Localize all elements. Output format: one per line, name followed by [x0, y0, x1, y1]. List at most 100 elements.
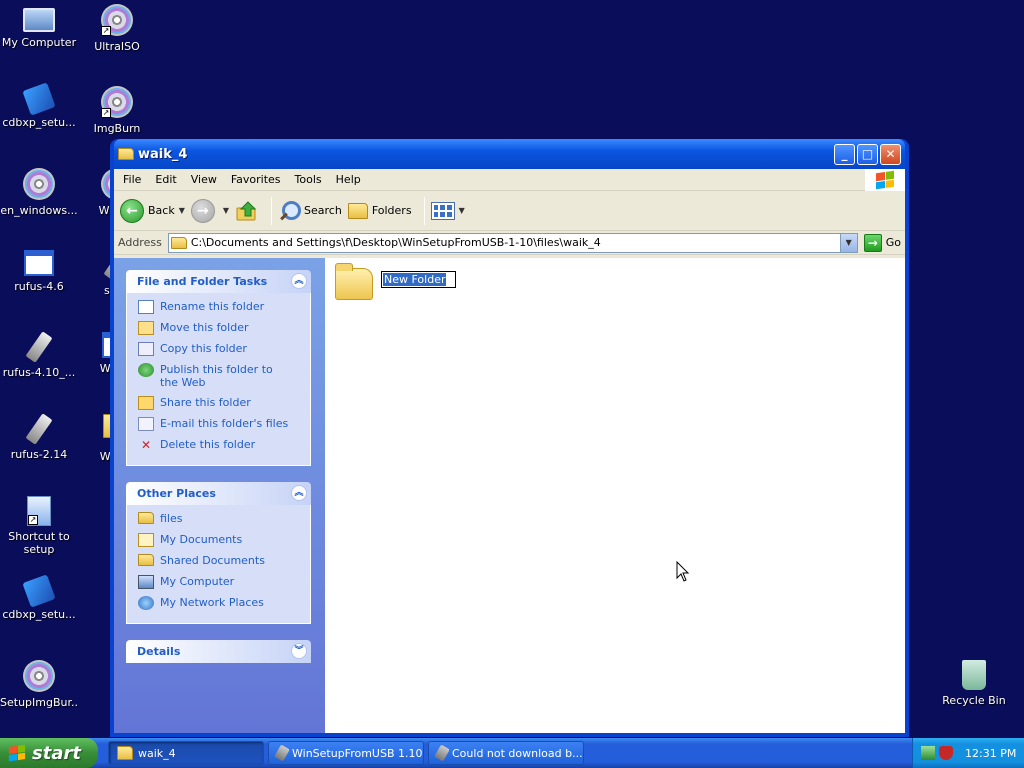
windows-logo [865, 169, 905, 191]
desktop-icon-imgburn[interactable]: ↗ ImgBurn [78, 86, 156, 135]
maximize-button[interactable]: □ [857, 143, 878, 165]
folder-rename-input[interactable]: New Folder [381, 270, 456, 288]
task-copy-folder[interactable]: Copy this folder [138, 342, 310, 356]
desktop-icon-my-computer[interactable]: My Computer [0, 4, 78, 49]
new-folder-item[interactable]: New Folder [335, 263, 456, 300]
place-files[interactable]: files [138, 512, 310, 526]
clock[interactable]: 12:31 PM [965, 747, 1016, 760]
toolbar: ← Back ▼ → ▼ Search Folders ▼ [114, 191, 905, 231]
chevron-down-icon[interactable]: ︾ [291, 643, 307, 659]
taskbar-item-label: Could not download b... [452, 746, 583, 760]
desktop-icon-label: cdbxp_setu... [2, 116, 76, 129]
go-button[interactable]: → Go [863, 233, 901, 252]
installer-icon [22, 82, 56, 116]
desktop-icon-en-windows[interactable]: en_windows... [0, 168, 78, 217]
toolbar-separator [271, 196, 273, 225]
application-icon [24, 250, 54, 276]
other-places-header[interactable]: Other Places ︽ [126, 482, 311, 505]
up-folder-icon [236, 200, 257, 220]
place-my-computer[interactable]: My Computer [138, 575, 310, 589]
explorer-body: File and Folder Tasks ︽ Rename this fold… [114, 258, 905, 733]
desktop-icon-ultraiso[interactable]: ↗ UltraISO [78, 4, 156, 53]
other-places-panel: Other Places ︽ files My Documents Shared… [126, 482, 311, 624]
place-label: files [160, 512, 183, 525]
shortcut-arrow-icon: ↗ [101, 26, 111, 36]
folder-icon [335, 263, 373, 300]
chevron-up-icon[interactable]: ︽ [291, 273, 307, 289]
menu-help[interactable]: Help [329, 171, 368, 188]
forward-button[interactable]: → ▼ [190, 198, 229, 223]
task-move-folder[interactable]: Move this folder [138, 321, 310, 335]
title-bar[interactable]: waik_4 _ □ ✕ [114, 139, 905, 169]
desktop-icon-rufus-4-10[interactable]: rufus-4.10_... [0, 331, 78, 379]
task-label: Publish this folder to the Web [160, 363, 273, 389]
views-button[interactable]: ▼ [430, 201, 465, 220]
details-panel: Details ︾ [126, 640, 311, 663]
taskbar-item-waik4[interactable]: waik_4 [108, 741, 264, 765]
file-list-area[interactable]: New Folder [325, 258, 905, 733]
task-publish-folder[interactable]: Publish this folder to the Web [138, 363, 310, 389]
task-label: Delete this folder [160, 438, 256, 451]
menu-edit[interactable]: Edit [148, 171, 183, 188]
address-bar: Address C:\Documents and Settings\f\Desk… [114, 231, 905, 255]
desktop-icon-rufus-2-14[interactable]: rufus-2.14 [0, 413, 78, 461]
close-button[interactable]: ✕ [880, 143, 901, 165]
place-label: My Documents [160, 533, 243, 546]
chevron-down-icon[interactable]: ▼ [459, 206, 465, 215]
views-icon [430, 201, 455, 220]
desktop-icon-recycle-bin[interactable]: Recycle Bin [935, 660, 1013, 707]
file-folder-tasks-header[interactable]: File and Folder Tasks ︽ [126, 270, 311, 293]
taskbar: start waik_4 WinSetupFromUSB 1.10 Could … [0, 738, 1024, 768]
desktop-icon-label: rufus-4.10_... [2, 366, 76, 379]
security-shield-icon[interactable] [939, 746, 953, 760]
search-label: Search [304, 204, 342, 217]
system-tray: 12:31 PM [912, 738, 1024, 768]
panel-body: Rename this folder Move this folder Copy… [126, 293, 311, 466]
start-button[interactable]: start [0, 738, 98, 768]
network-icon [138, 596, 154, 610]
task-share-folder[interactable]: Share this folder [138, 396, 310, 410]
desktop-icon-cdbxp-setup-2[interactable]: cdbxp_setu... [0, 574, 78, 621]
chevron-down-icon[interactable]: ▼ [223, 206, 229, 215]
chevron-up-icon[interactable]: ︽ [291, 485, 307, 501]
menu-view[interactable]: View [184, 171, 224, 188]
chevron-down-icon[interactable]: ▼ [179, 206, 185, 215]
address-dropdown-button[interactable]: ▼ [839, 233, 857, 252]
details-header[interactable]: Details ︾ [126, 640, 311, 663]
desktop-icon-shortcut-setup[interactable]: ↗ Shortcut to setup [0, 496, 78, 556]
task-email-files[interactable]: E-mail this folder's files [138, 417, 310, 431]
place-my-network-places[interactable]: My Network Places [138, 596, 310, 610]
panel-body: files My Documents Shared Documents My C… [126, 505, 311, 624]
task-delete-folder[interactable]: ✕ Delete this folder [138, 438, 310, 452]
taskbar-item-label: WinSetupFromUSB 1.10 [292, 746, 423, 760]
back-label: Back [148, 204, 175, 217]
place-shared-documents[interactable]: Shared Documents [138, 554, 310, 568]
place-my-documents[interactable]: My Documents [138, 533, 310, 547]
menu-tools[interactable]: Tools [288, 171, 329, 188]
explorer-window: waik_4 _ □ ✕ File Edit View Favorites To… [110, 139, 909, 737]
task-rename-folder[interactable]: Rename this folder [138, 300, 310, 314]
address-input[interactable]: C:\Documents and Settings\f\Desktop\WinS… [167, 232, 858, 253]
disc-icon: ↗ [101, 4, 133, 36]
my-documents-icon [138, 533, 154, 547]
rename-icon [138, 300, 154, 314]
panel-title: Other Places [137, 487, 216, 500]
search-button[interactable]: Search [278, 200, 342, 222]
menu-file[interactable]: File [116, 171, 148, 188]
desktop-icon-rufus-4-6[interactable]: rufus-4.6 [0, 250, 78, 293]
windows-flag-icon [8, 744, 26, 762]
back-button[interactable]: ← Back ▼ [120, 198, 185, 223]
desktop-icon-setupimgburn[interactable]: SetupImgBur... [0, 660, 78, 709]
desktop-icon-cdbxp-setup[interactable]: cdbxp_setu... [0, 82, 78, 129]
share-icon [138, 396, 154, 410]
menu-favorites[interactable]: Favorites [224, 171, 288, 188]
folders-button[interactable]: Folders [347, 202, 412, 219]
folder-icon [118, 148, 134, 160]
minimize-button[interactable]: _ [834, 143, 855, 165]
window-title: waik_4 [138, 146, 188, 162]
taskbar-item-could-not-download[interactable]: Could not download b... [428, 741, 584, 765]
taskbar-item-winsetupfromusb[interactable]: WinSetupFromUSB 1.10 [268, 741, 424, 765]
publish-icon [138, 363, 154, 377]
up-button[interactable] [235, 199, 259, 223]
network-tray-icon[interactable] [921, 746, 935, 760]
